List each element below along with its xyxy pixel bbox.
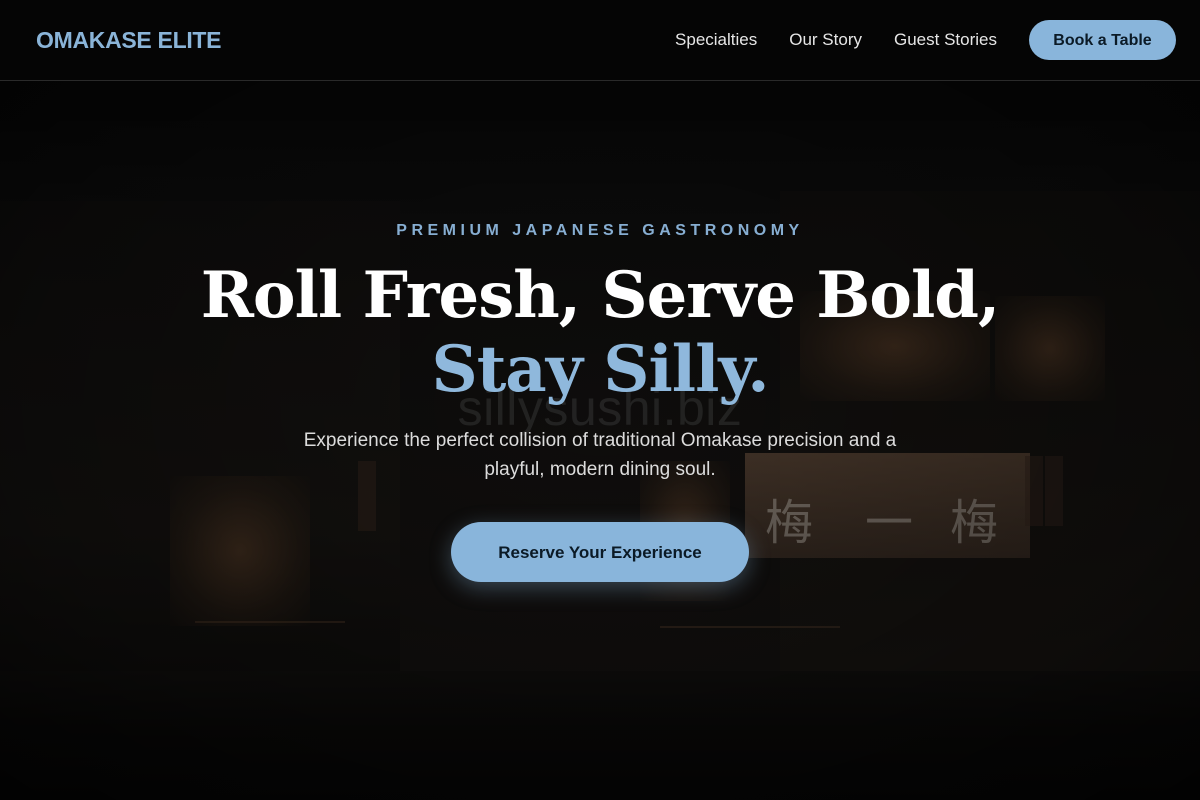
nav-link-guest-stories[interactable]: Guest Stories [894,29,997,51]
headline-line-1: Roll Fresh, Serve Bold, [200,258,1001,333]
reserve-experience-button[interactable]: Reserve Your Experience [451,522,749,582]
subtext-line-2: playful, modern dining soul. [484,459,716,480]
hero-eyebrow: PREMIUM JAPANESE GASTRONOMY [396,222,804,239]
hero-section: 梅 一 梅 sillysushi.biz PREMIUM JAPANESE GA… [0,81,1200,800]
nav-link-our-story[interactable]: Our Story [789,29,862,51]
hero-subtext: Experience the perfect collision of trad… [250,426,950,484]
subtext-line-1: Experience the perfect collision of trad… [303,430,897,451]
hero-headline: Roll Fresh, Serve Bold, Stay Silly. [0,259,1200,407]
brand-logo[interactable]: OMAKASE ELITE [36,26,222,54]
top-navbar: OMAKASE ELITE Specialties Our Story Gues… [0,0,1200,81]
book-table-button[interactable]: Book a Table [1029,20,1176,60]
main-nav: Specialties Our Story Guest Stories [675,29,997,51]
nav-link-specialties[interactable]: Specialties [675,29,757,51]
headline-line-2: Stay Silly. [431,332,770,407]
